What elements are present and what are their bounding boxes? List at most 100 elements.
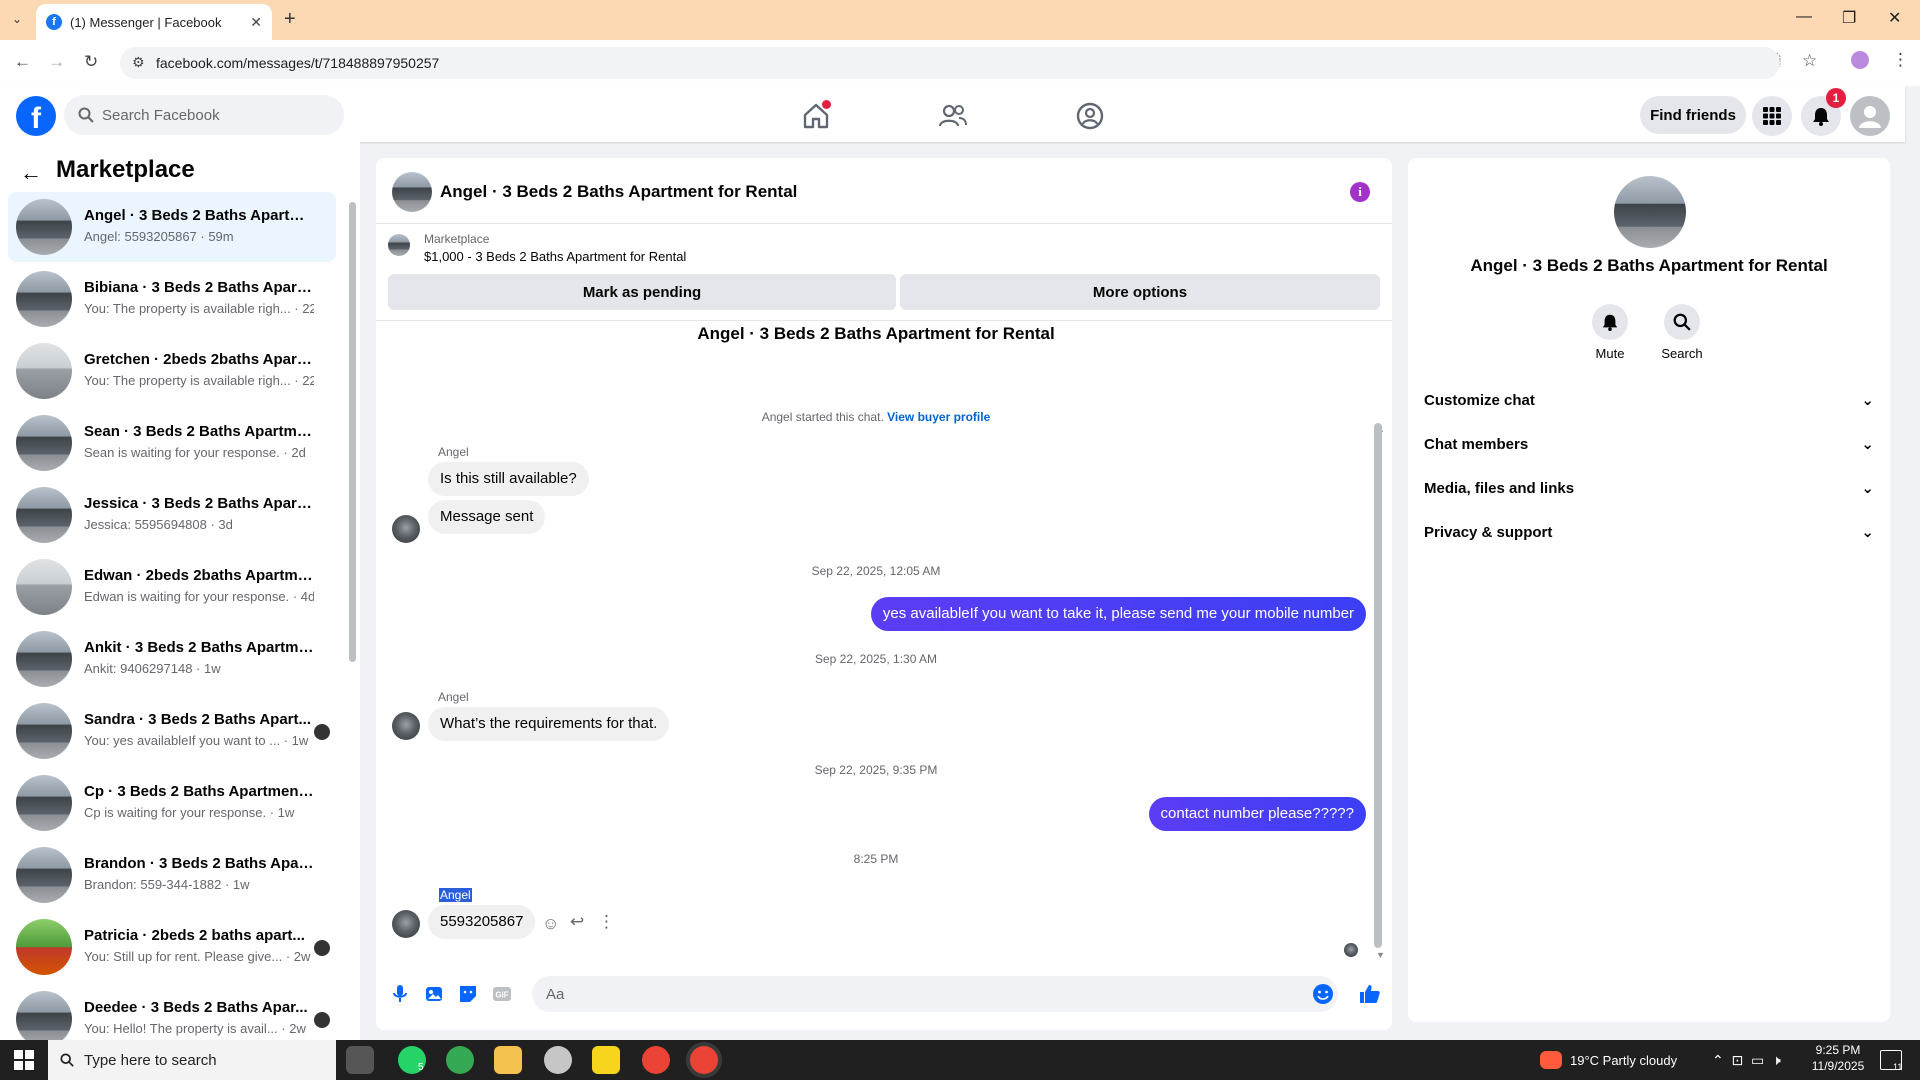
microphone-icon[interactable] xyxy=(388,982,412,1006)
address-bar[interactable]: ⚙ facebook.com/messages/t/71848889795025… xyxy=(120,47,1780,79)
back-arrow-icon[interactable]: ← xyxy=(20,160,42,186)
more-actions-icon[interactable]: ⋮ xyxy=(598,912,615,932)
sender-avatar[interactable] xyxy=(392,515,420,543)
reload-icon[interactable]: ↻ xyxy=(84,52,98,72)
conversation-avatar xyxy=(16,199,72,255)
taskbar-search-input[interactable]: Type here to search xyxy=(48,1040,336,1080)
sender-avatar[interactable] xyxy=(392,712,420,740)
chat-title[interactable]: Angel · 3 Beds 2 Baths Apartment for Ren… xyxy=(440,182,797,202)
conversation-item[interactable]: Patricia · 2beds 2 baths apart... You: St… xyxy=(8,912,336,982)
conversation-name: Deedee · 3 Beds 2 Baths Apar... xyxy=(84,999,308,1016)
find-friends-button[interactable]: Find friends xyxy=(1640,96,1746,134)
chrome-menu-icon[interactable]: ⋮ xyxy=(1892,50,1909,70)
conversation-avatar xyxy=(16,847,72,903)
gif-icon[interactable]: GIF xyxy=(490,982,514,1006)
clock[interactable]: 9:25 PM 11/9/2025 xyxy=(1800,1043,1876,1073)
sticky-notes-icon[interactable] xyxy=(592,1046,620,1074)
conversation-item[interactable]: Deedee · 3 Beds 2 Baths Apar... You: Hell… xyxy=(8,984,336,1040)
sender-avatar[interactable] xyxy=(392,910,420,938)
info-icon[interactable]: i xyxy=(1350,182,1370,202)
outgoing-message-bubble[interactable]: yes availableIf you want to take it, ple… xyxy=(870,597,1366,631)
system-tray-icons[interactable]: ⌃ ⊡ ▭ 🕨 xyxy=(1712,1040,1781,1080)
marketplace-sidebar: ← Marketplace Angel · 3 Beds 2 Baths Apa… xyxy=(0,142,360,1040)
photo-icon[interactable] xyxy=(422,982,446,1006)
search-label: Search xyxy=(1661,346,1703,361)
menu-grid-icon[interactable] xyxy=(1752,96,1792,136)
friends-icon[interactable] xyxy=(937,100,969,132)
more-options-button[interactable]: More options xyxy=(900,274,1380,310)
tab-close-icon[interactable]: ✕ xyxy=(250,14,262,31)
app-icon[interactable] xyxy=(544,1046,572,1074)
conversation-avatar xyxy=(16,487,72,543)
mark-as-pending-button[interactable]: Mark as pending xyxy=(388,274,896,310)
new-tab-button[interactable]: + xyxy=(284,8,296,31)
conversation-item[interactable]: Ankit · 3 Beds 2 Baths Apartmen... Ankit:… xyxy=(8,624,336,694)
sidebar-scrollbar[interactable] xyxy=(349,202,356,662)
like-thumbs-up-icon[interactable] xyxy=(1358,982,1382,1006)
windows-start-icon[interactable] xyxy=(14,1050,34,1070)
conversation-item[interactable]: Cp · 3 Beds 2 Baths Apartment f... Cp is … xyxy=(8,768,336,838)
facebook-search-input[interactable]: Search Facebook xyxy=(64,95,344,135)
outgoing-message-bubble[interactable]: contact number please????? xyxy=(1148,797,1366,831)
emoji-icon[interactable] xyxy=(1311,982,1335,1006)
conversation-item[interactable]: Sandra · 3 Beds 2 Baths Apart... You: yes… xyxy=(8,696,336,766)
conversation-item[interactable]: Jessica · 3 Beds 2 Baths Apartme... Jessi… xyxy=(8,480,336,550)
groups-icon[interactable] xyxy=(1074,100,1106,132)
bookmark-star-icon[interactable]: ☆ xyxy=(1802,51,1817,71)
conversation-item[interactable]: Bibiana · 3 Beds 2 Baths Apartm... You: T… xyxy=(8,264,336,334)
media-files-links-row[interactable]: Media, files and links ⌄ xyxy=(1424,468,1874,508)
chrome-icon[interactable] xyxy=(446,1046,474,1074)
seen-avatar xyxy=(314,1012,330,1028)
sticker-icon[interactable] xyxy=(456,982,480,1006)
read-receipt-avatar xyxy=(1344,943,1358,957)
facebook-logo-icon[interactable]: f xyxy=(16,96,56,136)
privacy-support-row[interactable]: Privacy & support ⌄ xyxy=(1424,512,1874,552)
conversation-item[interactable]: Gretchen · 2beds 2baths Apartm... You: Th… xyxy=(8,336,336,406)
minimize-icon[interactable]: — xyxy=(1796,8,1812,26)
mute-button[interactable]: Mute xyxy=(1580,304,1640,361)
message-bubble[interactable]: 5593205867 xyxy=(428,905,536,939)
chat-scrollbar[interactable] xyxy=(1374,423,1382,948)
account-avatar[interactable] xyxy=(1850,96,1890,136)
message-bubble[interactable]: Is this still available? xyxy=(428,462,589,496)
browser-tab[interactable]: f (1) Messenger | Facebook ✕ xyxy=(36,4,272,40)
listing-text: $1,000 - 3 Beds 2 Baths Apartment for Re… xyxy=(424,249,687,264)
back-icon[interactable]: ← xyxy=(14,52,31,72)
profile-avatar-icon[interactable] xyxy=(1851,51,1869,69)
reply-icon[interactable]: ↩ xyxy=(570,912,584,932)
chat-members-row[interactable]: Chat members ⌄ xyxy=(1424,424,1874,464)
forward-icon[interactable]: → xyxy=(48,52,65,72)
view-buyer-profile-link[interactable]: View buyer profile xyxy=(887,410,990,424)
react-emoji-icon[interactable]: ☺ xyxy=(542,914,559,934)
restore-icon[interactable]: ❐ xyxy=(1842,8,1856,28)
row-label: Privacy & support xyxy=(1424,523,1553,541)
file-explorer-icon[interactable] xyxy=(494,1046,522,1074)
tab-title: (1) Messenger | Facebook xyxy=(70,14,222,30)
chat-avatar[interactable] xyxy=(392,172,432,212)
conversation-item[interactable]: Sean · 3 Beds 2 Baths Apartmen... Sean is… xyxy=(8,408,336,478)
message-bubble[interactable]: What’s the requirements for that. xyxy=(428,707,670,741)
conversation-name: Gretchen · 2beds 2baths Apartm... xyxy=(84,351,314,368)
search-in-chat-button[interactable]: Search xyxy=(1652,304,1712,361)
url-text: facebook.com/messages/t/718488897950257 xyxy=(156,55,440,71)
message-input[interactable]: Aa xyxy=(532,976,1338,1012)
conversation-preview: Brandon: 559-344-1882 · 1w xyxy=(84,877,250,892)
scroll-down-arrow-icon[interactable]: ▼ xyxy=(1376,950,1385,960)
conversation-item[interactable]: Angel · 3 Beds 2 Baths Apartme... Angel: … xyxy=(8,192,336,262)
customize-chat-row[interactable]: Customize chat ⌄ xyxy=(1424,380,1874,420)
conversation-name: Sean · 3 Beds 2 Baths Apartmen... xyxy=(84,423,314,440)
site-info-icon[interactable]: ⚙ xyxy=(132,54,145,71)
conversation-item[interactable]: Brandon · 3 Beds 2 Baths Apart... Brandon… xyxy=(8,840,336,910)
tab-search-chevron-icon[interactable]: ⌄ xyxy=(12,12,22,26)
conversation-item[interactable]: Edwan · 2beds 2baths Apartmen... Edwan is… xyxy=(8,552,336,622)
chrome-profile-icon[interactable] xyxy=(642,1046,670,1074)
details-avatar[interactable] xyxy=(1614,176,1686,248)
task-view-icon[interactable] xyxy=(346,1046,374,1074)
chrome-active-icon[interactable] xyxy=(690,1046,718,1074)
message-bubble[interactable]: Message sent xyxy=(428,500,546,534)
divider xyxy=(376,320,1392,321)
weather-widget[interactable]: 19°C Partly cloudy xyxy=(1540,1040,1677,1080)
close-window-icon[interactable]: ✕ xyxy=(1888,8,1901,28)
timestamp: 8:25 PM xyxy=(853,852,899,866)
chevron-down-icon: ⌄ xyxy=(1861,436,1874,453)
